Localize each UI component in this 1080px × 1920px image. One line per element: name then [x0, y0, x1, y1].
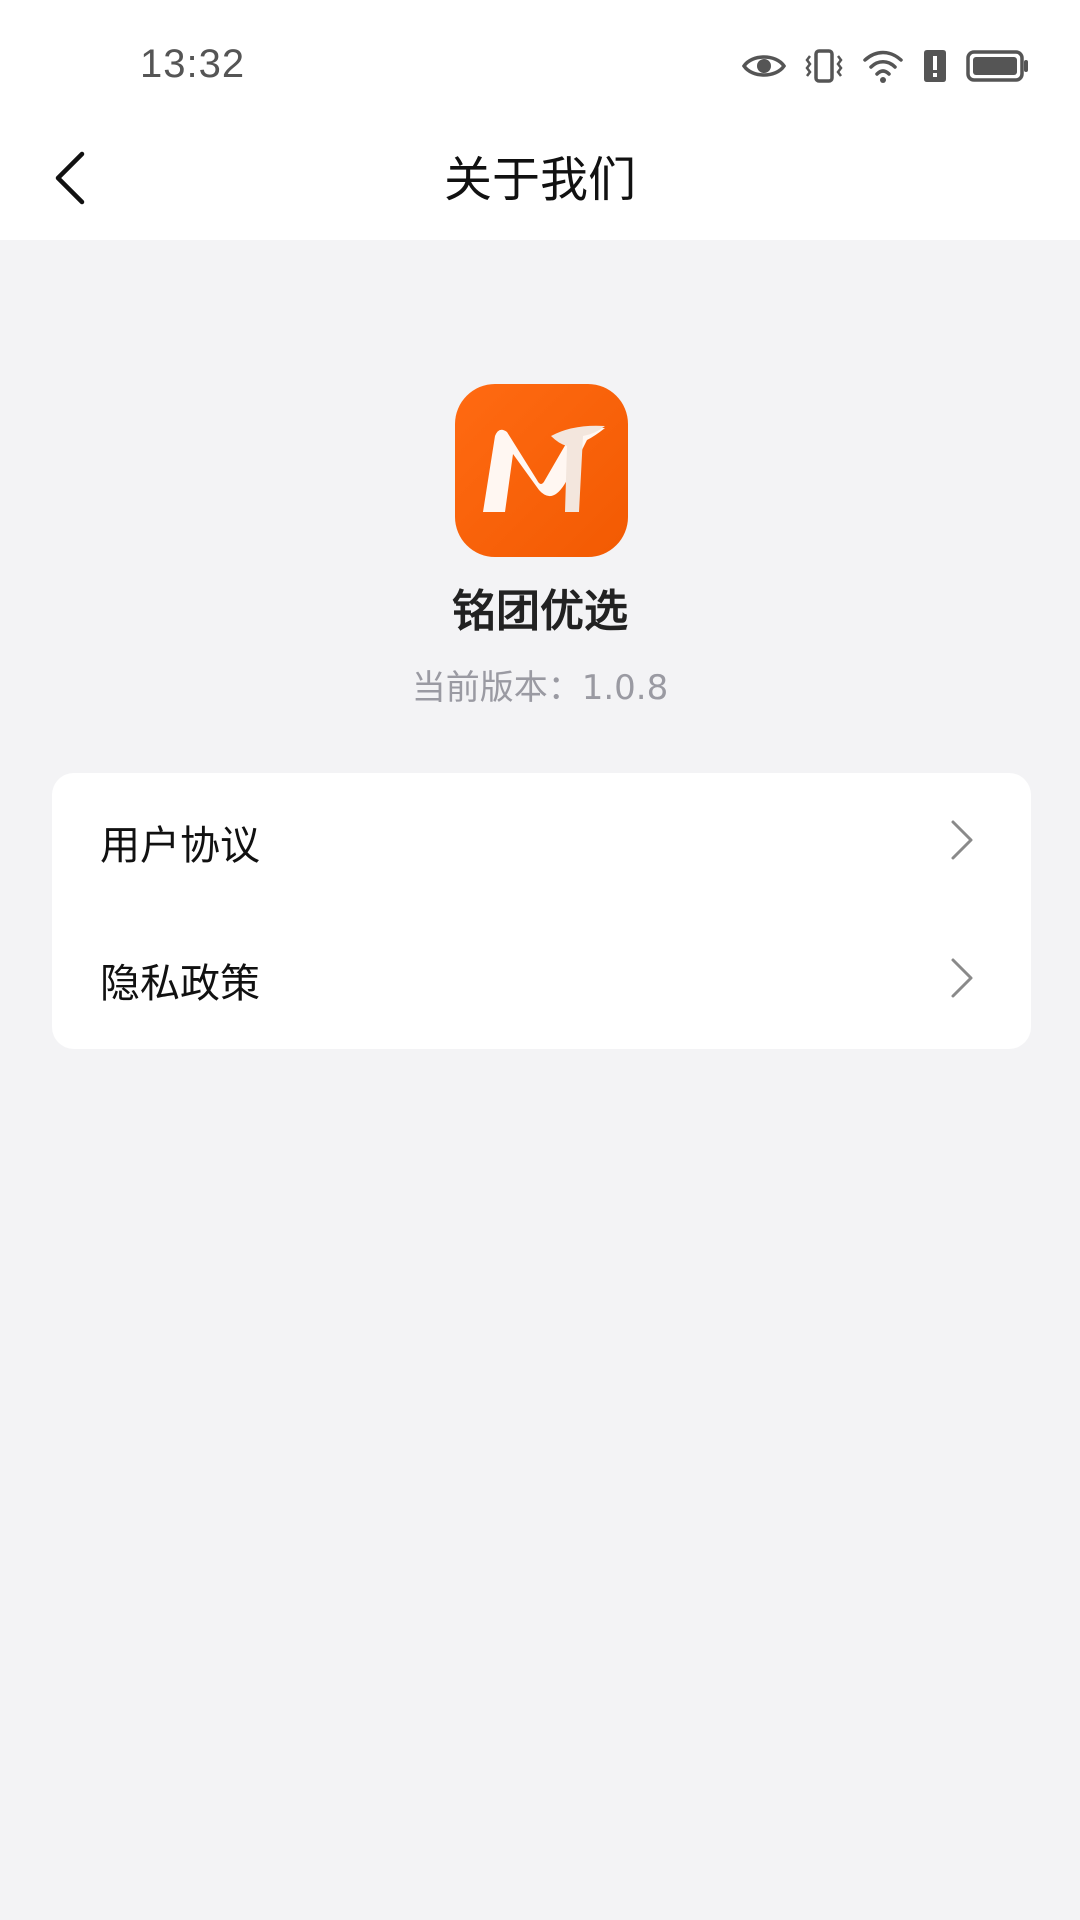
eye-icon: [742, 50, 786, 82]
menu-item-privacy-policy[interactable]: 隐私政策: [52, 911, 1031, 1049]
status-icons: [742, 44, 1030, 88]
app-name: 铭团优选: [452, 586, 628, 637]
page-title: 关于我们: [443, 152, 636, 208]
wifi-icon: [862, 48, 904, 84]
vibrate-icon: [804, 48, 844, 84]
chevron-right-icon: [949, 956, 975, 1004]
menu-item-user-agreement[interactable]: 用户协议: [52, 773, 1031, 911]
app-logo: [455, 384, 628, 557]
menu-item-label: 用户协议: [100, 823, 260, 869]
battery-icon: [966, 50, 1030, 82]
status-time: 13:32: [140, 42, 246, 86]
chevron-right-icon: [949, 818, 975, 866]
menu-card: 用户协议 隐私政策: [52, 773, 1031, 1049]
nav-bar: 关于我们: [0, 120, 1080, 240]
status-bar: 13:32: [0, 0, 1080, 120]
menu-item-label: 隐私政策: [100, 961, 260, 1007]
app-version: 当前版本：1.0.8: [411, 668, 669, 708]
alert-icon: [922, 49, 948, 83]
about-us-screen: 13:32 关于我们 铭团优选 当前版本：1.0.8 用户协议 隐私政策: [0, 0, 1080, 1920]
